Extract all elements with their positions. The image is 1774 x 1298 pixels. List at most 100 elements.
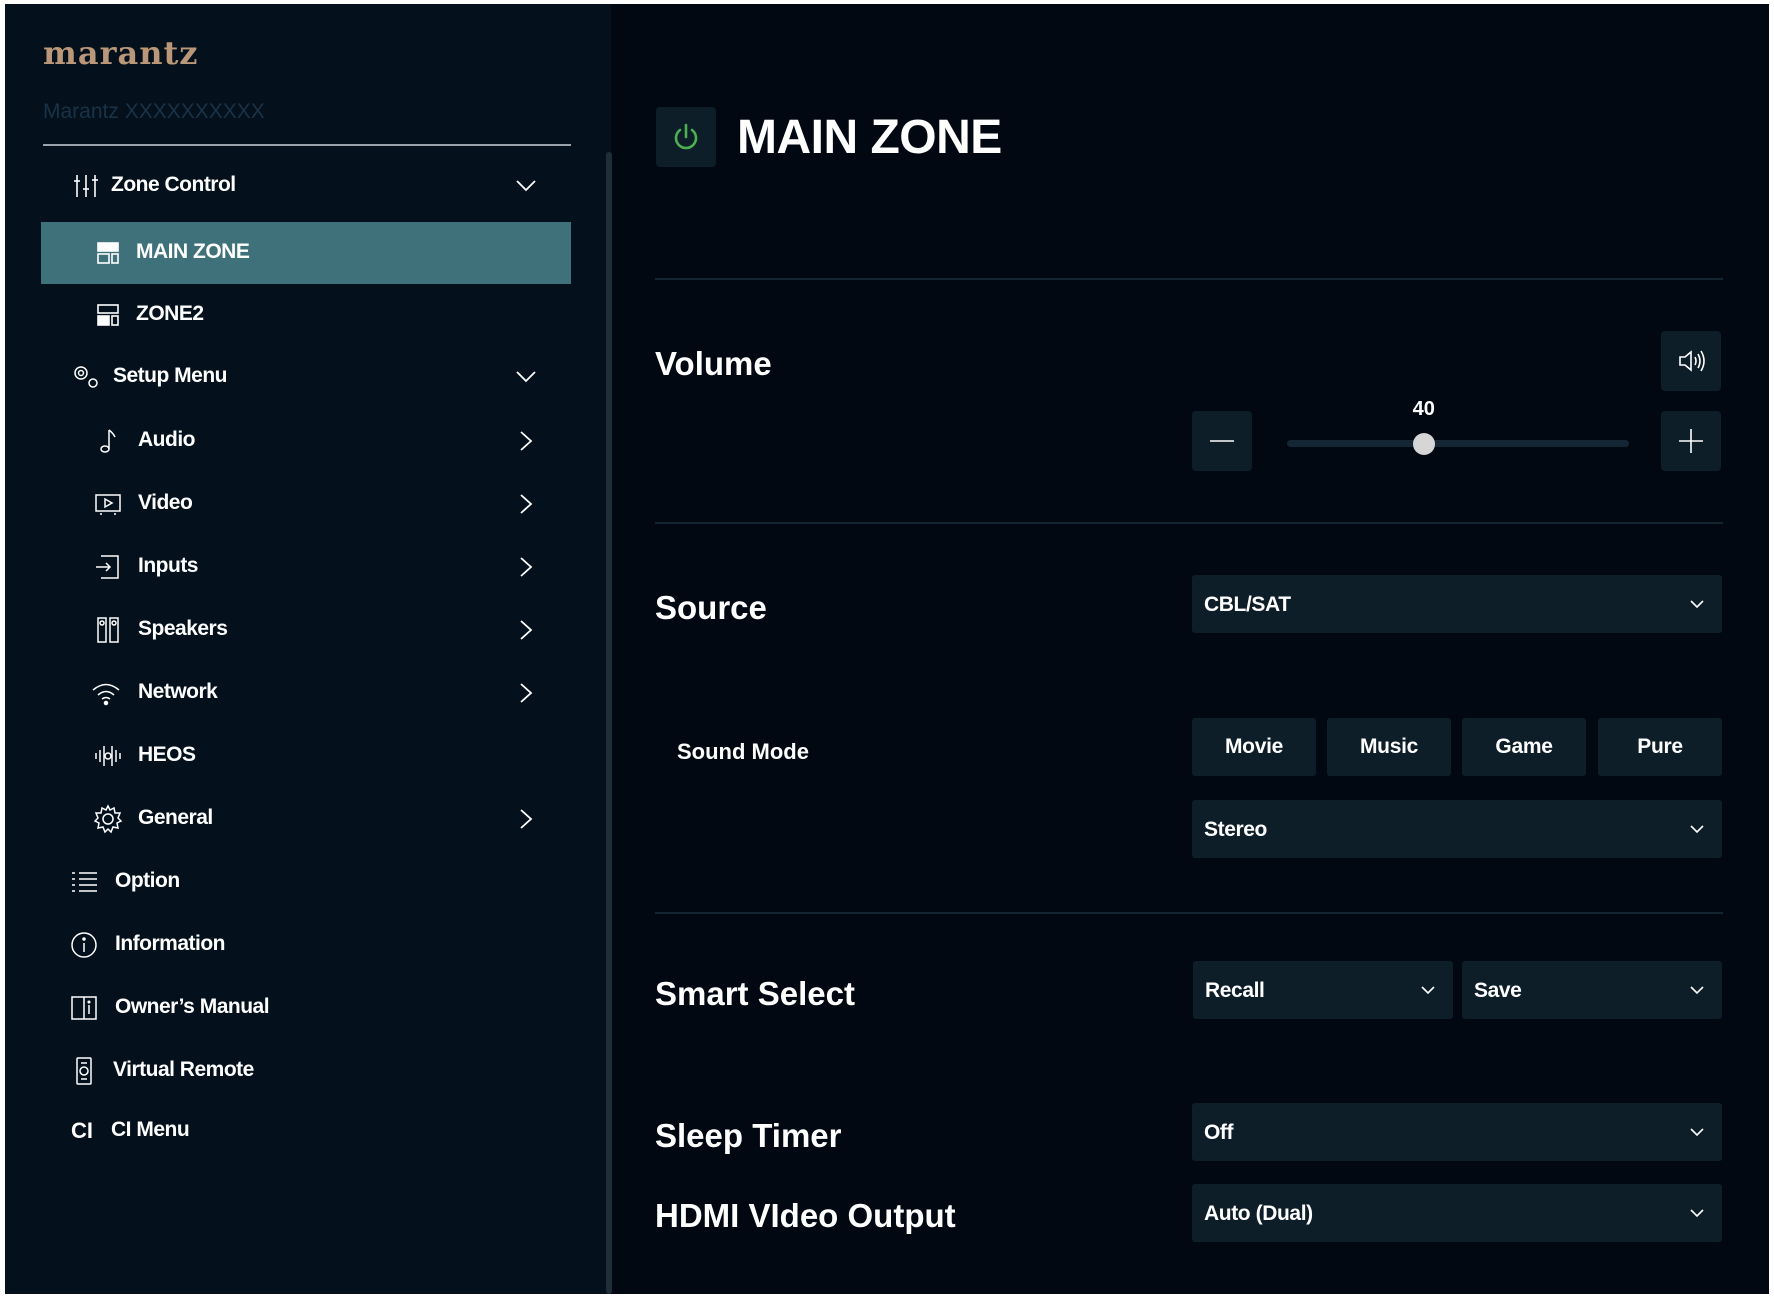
zone-layout-icon — [91, 236, 125, 270]
sound-mode-movie-button[interactable]: Movie — [1192, 718, 1316, 776]
section-divider — [655, 912, 1723, 914]
chevron-right-icon — [520, 620, 533, 640]
input-arrow-icon — [91, 550, 125, 584]
manual-book-icon — [67, 991, 101, 1025]
mute-button[interactable] — [1661, 331, 1721, 391]
chevron-right-icon — [520, 494, 533, 514]
sidebar-item-network[interactable]: Network — [41, 662, 571, 724]
hdmi-output-label: HDMI VIdeo Output — [655, 1197, 956, 1234]
chevron-right-icon — [520, 809, 533, 829]
sidebar: marantz Marantz XXXXXXXXXX Zone Control … — [5, 4, 611, 1294]
volume-up-button[interactable] — [1661, 411, 1721, 471]
sidebar-item-label: Option — [115, 869, 180, 892]
speakers-icon — [91, 613, 125, 647]
sleep-timer-select[interactable]: Off — [1192, 1103, 1722, 1161]
heos-icon — [91, 739, 125, 773]
chevron-right-icon — [520, 557, 533, 577]
sidebar-item-ci-menu[interactable]: CI CI Menu — [41, 1100, 571, 1162]
sidebar-item-zone-control[interactable]: Zone Control — [41, 155, 571, 217]
hdmi-output-value: Auto (Dual) — [1204, 1202, 1313, 1225]
sound-mode-pure-button[interactable]: Pure — [1598, 718, 1722, 776]
volume-slider[interactable] — [1287, 440, 1629, 447]
plus-icon — [1679, 429, 1703, 453]
gear-icon — [91, 802, 125, 836]
hdmi-output-select[interactable]: Auto (Dual) — [1192, 1184, 1722, 1242]
source-label: Source — [655, 589, 767, 626]
sidebar-item-label: Speakers — [138, 617, 228, 640]
remote-icon — [67, 1054, 101, 1088]
sidebar-item-inputs[interactable]: Inputs — [41, 536, 571, 598]
sidebar-item-general[interactable]: General — [41, 788, 571, 850]
volume-value: 40 — [1412, 398, 1435, 420]
sidebar-divider — [43, 144, 571, 146]
chevron-down-icon — [516, 371, 536, 383]
sidebar-item-setup-menu[interactable]: Setup Menu — [41, 346, 571, 408]
volume-slider-thumb[interactable] — [1412, 433, 1435, 455]
sidebar-item-label: Video — [138, 491, 193, 514]
chevron-down-icon — [1690, 1128, 1704, 1137]
sound-mode-select[interactable]: Stereo — [1192, 800, 1722, 858]
info-icon — [67, 928, 101, 962]
smart-select-label: Smart Select — [655, 975, 855, 1012]
sidebar-item-label: Audio — [138, 428, 195, 451]
volume-down-button[interactable] — [1192, 411, 1252, 471]
chevron-down-icon — [516, 180, 536, 192]
sidebar-item-label: HEOS — [138, 743, 196, 766]
chevron-down-icon — [1690, 600, 1704, 609]
section-divider — [655, 522, 1723, 524]
sidebar-item-main-zone[interactable]: MAIN ZONE — [41, 222, 571, 284]
sidebar-item-label: Zone Control — [111, 173, 236, 196]
app-window: marantz Marantz XXXXXXXXXX Zone Control … — [5, 4, 1769, 1294]
sidebar-item-information[interactable]: Information — [41, 914, 571, 976]
sidebar-item-heos[interactable]: HEOS — [41, 725, 571, 787]
tv-play-icon — [91, 487, 125, 521]
sidebar-item-option[interactable]: Option — [41, 851, 571, 913]
chevron-down-icon — [1421, 986, 1435, 995]
volume-label: Volume — [655, 345, 772, 382]
speaker-volume-icon — [1679, 350, 1705, 372]
sidebar-item-label: Owner’s Manual — [115, 995, 270, 1018]
sidebar-item-speakers[interactable]: Speakers — [41, 599, 571, 661]
chevron-down-icon — [1690, 825, 1704, 834]
section-divider — [655, 278, 1723, 280]
sidebar-item-label: CI Menu — [111, 1118, 190, 1141]
page-title: MAIN ZONE — [737, 111, 1002, 164]
sidebar-item-label: Network — [138, 680, 218, 703]
sidebar-item-label: MAIN ZONE — [136, 240, 250, 263]
sound-mode-game-button[interactable]: Game — [1462, 718, 1586, 776]
source-value: CBL/SAT — [1204, 593, 1291, 616]
device-name: Marantz XXXXXXXXXX — [43, 100, 265, 123]
smart-select-recall-select[interactable]: Recall — [1193, 961, 1453, 1019]
sidebar-item-label: Inputs — [138, 554, 199, 577]
recall-value: Recall — [1205, 979, 1265, 1002]
power-button[interactable] — [656, 107, 716, 167]
sidebar-item-label: General — [138, 806, 213, 829]
sound-mode-music-button[interactable]: Music — [1327, 718, 1451, 776]
power-icon — [674, 123, 698, 150]
zone-layout-icon — [91, 298, 125, 332]
sidebar-item-zone2[interactable]: ZONE2 — [41, 284, 571, 346]
sidebar-item-label: Setup Menu — [113, 364, 228, 387]
sound-mode-value: Stereo — [1204, 818, 1267, 841]
sidebar-item-label: Information — [115, 932, 226, 955]
source-select[interactable]: CBL/SAT — [1192, 575, 1722, 633]
sidebar-item-audio[interactable]: Audio — [41, 410, 571, 472]
sliders-icon — [69, 169, 103, 203]
chevron-right-icon — [520, 683, 533, 703]
sidebar-item-video[interactable]: Video — [41, 473, 571, 535]
main-panel: MAIN ZONE Volume 40 Source CBL/SAT Sound… — [611, 4, 1769, 1294]
sidebar-item-owners-manual[interactable]: Owner’s Manual — [41, 977, 571, 1039]
chevron-down-icon — [1690, 986, 1704, 995]
minus-icon — [1210, 440, 1234, 442]
gears-icon — [69, 360, 103, 394]
sidebar-item-label: Virtual Remote — [113, 1058, 254, 1081]
wifi-icon — [89, 676, 123, 710]
sound-mode-label: Sound Mode — [677, 739, 809, 764]
smart-select-save-select[interactable]: Save — [1462, 961, 1722, 1019]
sidebar-item-virtual-remote[interactable]: Virtual Remote — [41, 1040, 571, 1102]
sleep-timer-label: Sleep Timer — [655, 1117, 842, 1154]
save-value: Save — [1474, 979, 1522, 1002]
sidebar-item-label: ZONE2 — [136, 302, 204, 325]
sleep-timer-value: Off — [1204, 1121, 1234, 1144]
ci-icon: CI — [71, 1118, 93, 1143]
